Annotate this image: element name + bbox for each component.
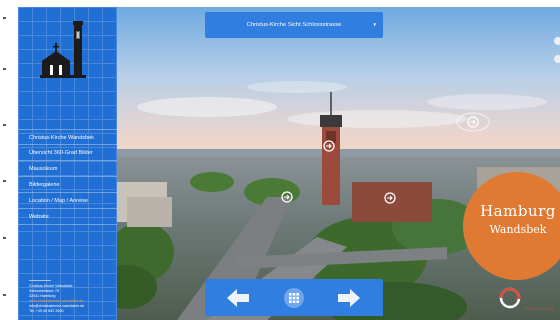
bottom-navigation (205, 279, 383, 316)
sidebar-item-location[interactable]: Location / Map / Anreise (18, 193, 117, 209)
badge-line1: Hamburg (480, 202, 556, 220)
caret-down-icon: ▼ (372, 22, 377, 27)
address-divider (29, 280, 51, 281)
fullscreen-icon[interactable] (554, 37, 560, 45)
page-edge (0, 0, 18, 320)
settings-icon[interactable] (554, 55, 560, 63)
arrow-right-icon[interactable] (334, 279, 364, 316)
sidebar-item-website[interactable]: Website (18, 209, 117, 225)
sidebar: Christus-Kirche Wandsbek Übersicht 360-G… (18, 7, 117, 320)
arrow-left-icon[interactable] (223, 279, 253, 316)
sidebar-item-christus-kirche[interactable]: Christus-Kirche Wandsbek (18, 129, 117, 145)
watermark-text: VIRTUAL TOUR (524, 307, 554, 311)
address-phone: Tel: +49 40 652 2690 (29, 309, 64, 313)
badge-line2: Wandsbek (489, 223, 547, 236)
contact-address: Christus-Kirche Wandsbek Schlossstrasse … (29, 280, 115, 314)
church-logo-icon[interactable] (36, 21, 98, 83)
virtual-tour-logo-icon (490, 286, 558, 316)
sidebar-item-mausoleum[interactable]: Mausoleum (18, 161, 117, 177)
grid-icon[interactable] (280, 279, 308, 316)
app-window: Christus-Kirche Wandsbek Übersicht 360-G… (0, 0, 560, 320)
sidebar-item-overview-360[interactable]: Übersicht 360-Grad Bilder (18, 145, 117, 161)
sidebar-item-gallery[interactable]: Bildergalerie (18, 177, 117, 193)
panorama-select[interactable]: Christus-Kirche Sicht Schlossstrasse ▼ (205, 12, 383, 38)
panorama-select-value: Christus-Kirche Sicht Schlossstrasse (246, 22, 342, 28)
hamburg-wandsbek-badge: Hamburg Wandsbek (463, 172, 560, 280)
sidebar-menu: Christus-Kirche Wandsbek Übersicht 360-G… (18, 129, 117, 225)
